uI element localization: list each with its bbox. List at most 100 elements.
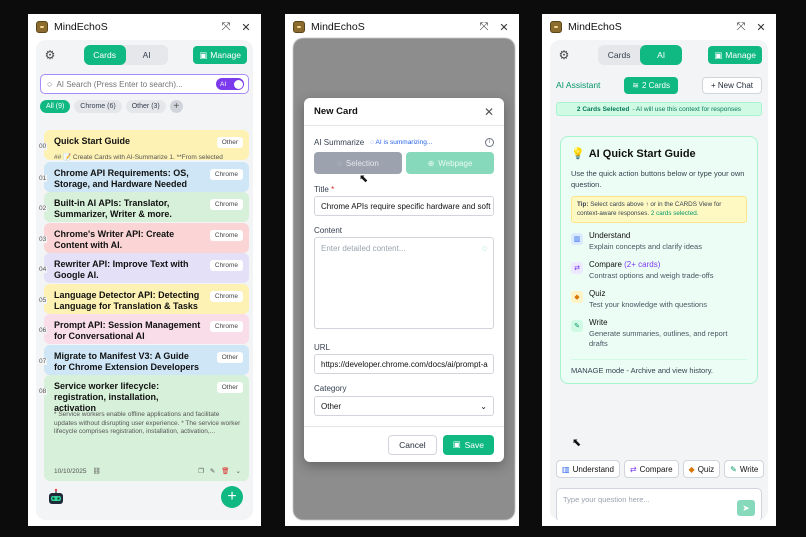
write-button[interactable]: ✎ Write bbox=[724, 460, 765, 478]
card-item[interactable]: 02 Built-in AI APIs: Translator, Summari… bbox=[38, 192, 249, 222]
card-tag: Other bbox=[216, 137, 243, 148]
close-icon[interactable]: ✕ bbox=[497, 21, 511, 34]
card-item[interactable]: 03 Chrome's Writer API: Create Content w… bbox=[38, 223, 249, 253]
card-title: Rewriter API: Improve Text with Google A… bbox=[54, 259, 189, 280]
search-icon: ○ bbox=[47, 79, 53, 89]
app-logo-icon bbox=[293, 21, 305, 33]
card-item-expanded[interactable]: 08 Service worker lifecycle: registratio… bbox=[38, 375, 249, 481]
quick-start-guide: 💡 AI Quick Start Guide Use the quick acti… bbox=[560, 136, 758, 384]
cursor-icon: ⬉ bbox=[359, 173, 369, 185]
content-field[interactable]: Enter detailed content... ◌ bbox=[314, 237, 494, 329]
search-bar: ○ AI bbox=[40, 74, 249, 94]
guide-item-quiz: ◆ Quiz Test your knowledge with questions bbox=[571, 289, 747, 310]
delete-icon[interactable]: 🗑 bbox=[221, 467, 229, 475]
card-tag: Chrome bbox=[209, 260, 243, 271]
book-icon: ▥ bbox=[571, 233, 583, 245]
robot-icon[interactable] bbox=[46, 488, 66, 508]
topbar: ⚙ Cards AI ▣ Manage bbox=[36, 42, 253, 68]
filter-other[interactable]: Other (3) bbox=[125, 100, 166, 113]
chevron-down-icon: ⌄ bbox=[480, 401, 487, 411]
ai-assistant-label: AI Assistant bbox=[556, 80, 601, 90]
category-select[interactable]: Other ⌄ bbox=[314, 396, 494, 416]
gear-icon[interactable]: ⚙ bbox=[556, 47, 572, 63]
link-icon[interactable]: ⛓ bbox=[93, 467, 101, 475]
new-chat-button[interactable]: + New Chat bbox=[701, 76, 762, 94]
card-footer: 10/10/2025 ⛓ ❐ ✎ 🗑 ⌄ bbox=[54, 467, 241, 476]
tab-cards[interactable]: Cards bbox=[83, 45, 126, 65]
manage-icon: ▣ bbox=[714, 49, 723, 60]
tab-cards[interactable]: Cards bbox=[598, 45, 640, 65]
save-button[interactable]: ▣ Save bbox=[442, 434, 494, 455]
manage-button[interactable]: ▣ Manage bbox=[193, 46, 247, 64]
compare-button[interactable]: ⇄ Compare bbox=[623, 460, 679, 478]
manage-button[interactable]: ▣ Manage bbox=[708, 46, 762, 64]
card-item[interactable]: 07 Migrate to Manifest V3: A Guide for C… bbox=[38, 345, 249, 375]
category-label: Category bbox=[314, 384, 347, 393]
card-tag: Chrome bbox=[209, 230, 243, 241]
titlebar: MindEchoS ⤧ ✕ bbox=[28, 14, 261, 40]
app-logo-icon bbox=[36, 21, 48, 33]
unpin-icon[interactable]: ⤧ bbox=[734, 21, 748, 34]
card-tag: Other bbox=[216, 382, 243, 393]
ai-search-toggle[interactable]: AI bbox=[216, 78, 244, 90]
edit-icon[interactable]: ✎ bbox=[210, 467, 215, 475]
card-title: Prompt API: Session Management for Conve… bbox=[54, 320, 201, 341]
card-item[interactable]: 00 Quick Start Guide Other ## 📝 Create C… bbox=[38, 130, 249, 161]
cancel-button[interactable]: Cancel bbox=[388, 434, 437, 455]
gear-icon[interactable]: ⚙ bbox=[42, 47, 58, 63]
url-field[interactable]: https://developer.chrome.com/docs/ai/pro… bbox=[314, 354, 494, 374]
graduation-cap-icon: ◆ bbox=[571, 291, 583, 303]
card-title: Chrome API Requirements: OS, Storage, an… bbox=[54, 168, 189, 189]
modal-title: New Card bbox=[314, 106, 358, 117]
card-title: Language Detector API: Detecting Languag… bbox=[54, 290, 200, 311]
understand-button[interactable]: ▥ Understand bbox=[556, 460, 620, 478]
card-tag: Chrome bbox=[209, 321, 243, 332]
ai-panel: MindEchoS ⤧ ✕ ⚙ Cards AI ▣ Manage AI Ass… bbox=[542, 14, 776, 526]
topbar: ⚙ Cards AI ▣ Manage bbox=[550, 42, 768, 68]
globe-icon: ⊕ bbox=[427, 158, 435, 168]
ai-summarize-label: AI Summarize bbox=[314, 138, 365, 147]
tab-ai[interactable]: AI bbox=[126, 45, 168, 65]
card-item[interactable]: 04 Rewriter API: Improve Text with Googl… bbox=[38, 253, 249, 283]
copy-icon[interactable]: ❐ bbox=[198, 467, 204, 475]
card-item[interactable]: 06 Prompt API: Session Management for Co… bbox=[38, 314, 249, 344]
new-card-modal: New Card ✕ AI Summarize ◌ AI is summariz… bbox=[304, 98, 504, 462]
filter-chrome[interactable]: Chrome (6) bbox=[74, 100, 122, 113]
unpin-icon[interactable]: ⤧ bbox=[219, 21, 233, 34]
card-preview: ## 📝 Create Cards with AI-Summarize 1. *… bbox=[54, 154, 223, 161]
cursor-icon: ⬉ bbox=[572, 437, 582, 449]
quiz-button[interactable]: ◆ Quiz bbox=[682, 460, 721, 478]
add-card-button[interactable]: + bbox=[221, 486, 243, 508]
manage-icon: ▣ bbox=[199, 49, 208, 60]
view-toggle: Cards AI bbox=[598, 45, 683, 65]
card-item[interactable]: 01 Chrome API Requirements: OS, Storage,… bbox=[38, 162, 249, 192]
title-label: Title * bbox=[314, 185, 335, 194]
selected-cards-button[interactable]: ≋ 2 Cards bbox=[624, 76, 678, 94]
filter-all[interactable]: All (9) bbox=[40, 100, 71, 113]
app-logo-icon bbox=[550, 21, 562, 33]
content-label: Content bbox=[314, 226, 343, 235]
guide-title: 💡 AI Quick Start Guide bbox=[571, 147, 696, 161]
unpin-icon[interactable]: ⤧ bbox=[477, 21, 491, 34]
tab-ai[interactable]: AI bbox=[640, 45, 683, 65]
cards-view: ⚙ Cards AI ▣ Manage ○ AI All (9) Chrome … bbox=[36, 40, 253, 520]
close-modal-icon[interactable]: ✕ bbox=[484, 105, 494, 119]
add-category-icon[interactable]: + bbox=[169, 100, 183, 113]
info-icon[interactable]: i bbox=[485, 138, 494, 147]
title-field[interactable]: Chrome APIs require specific hardware an… bbox=[314, 196, 494, 216]
book-icon: ▥ bbox=[562, 464, 570, 474]
card-item[interactable]: 05 Language Detector API: Detecting Lang… bbox=[38, 284, 249, 314]
send-icon[interactable]: ➤ bbox=[737, 500, 755, 516]
card-title: Chrome's Writer API: Create Content with… bbox=[54, 229, 175, 250]
webpage-button[interactable]: ⊕ Webpage bbox=[406, 152, 494, 174]
close-icon[interactable]: ✕ bbox=[239, 21, 253, 34]
chevron-down-icon[interactable]: ⌄ bbox=[236, 467, 241, 475]
selection-button[interactable]: ◌ Selection bbox=[314, 152, 402, 174]
question-input[interactable]: Type your question here... ➤ bbox=[556, 488, 762, 520]
spinner-icon: ◌ bbox=[337, 158, 342, 168]
close-icon[interactable]: ✕ bbox=[754, 21, 768, 34]
lightbulb-icon: 💡 bbox=[571, 148, 585, 160]
card-tag: Chrome bbox=[209, 291, 243, 302]
guide-item-understand: ▥ Understand Explain concepts and clarify… bbox=[571, 231, 747, 252]
search-input[interactable] bbox=[56, 79, 212, 89]
